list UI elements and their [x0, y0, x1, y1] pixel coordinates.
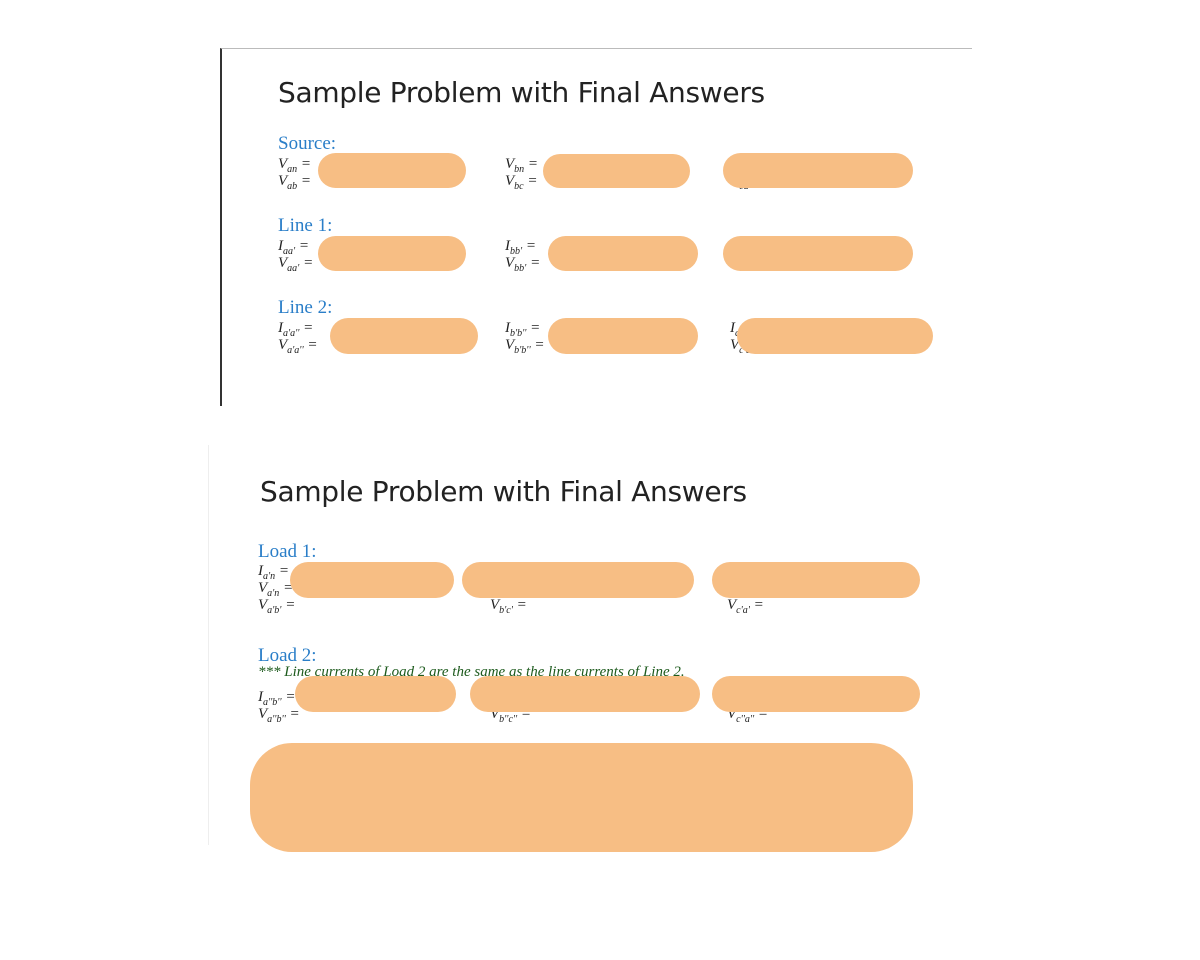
redaction — [737, 318, 933, 354]
redaction — [548, 236, 698, 271]
variable-subscript: c''a'' — [736, 714, 755, 725]
redaction — [543, 154, 690, 188]
redaction — [318, 153, 466, 188]
variable-subscript: aa' — [287, 263, 300, 274]
variable-symbol: V — [490, 597, 500, 613]
redaction — [723, 236, 913, 271]
redaction — [318, 236, 466, 271]
line1-heading: Line 1: — [278, 215, 333, 236]
variable-symbol: V — [278, 173, 288, 189]
variable-label: Vc'a' = — [727, 597, 764, 616]
variable-symbol: V — [505, 173, 515, 189]
variable-subscript: a'b' — [267, 605, 282, 616]
redaction — [712, 562, 920, 598]
redaction — [295, 676, 456, 712]
redaction — [250, 743, 913, 852]
variable-subscript: bb' — [514, 263, 527, 274]
line2-heading: Line 2: — [278, 297, 333, 318]
variable-label: Va'a'' = — [278, 337, 318, 356]
variable-symbol: V — [505, 156, 515, 172]
variable-subscript: a'a'' — [287, 345, 304, 356]
variable-label: Vbb' = — [505, 255, 541, 274]
redaction — [290, 562, 454, 598]
load1-heading: Load 1: — [258, 541, 317, 562]
variable-label: Va''b'' = — [258, 706, 300, 725]
redaction — [712, 676, 920, 712]
redaction — [548, 318, 698, 354]
variable-subscript: c'a' — [736, 605, 750, 616]
redaction — [330, 318, 478, 354]
redaction — [462, 562, 694, 598]
redaction — [470, 676, 700, 712]
variable-symbol: V — [278, 156, 288, 172]
variable-subscript: b'b'' — [514, 345, 531, 356]
variable-label: Vbc = — [505, 173, 538, 192]
variable-subscript: bc — [514, 181, 524, 192]
variable-label: Vb'b'' = — [505, 337, 545, 356]
variable-symbol: V — [258, 706, 268, 722]
variable-subscript: b''c'' — [499, 714, 518, 725]
variable-symbol: V — [727, 597, 737, 613]
variable-label: Vb'c' = — [490, 597, 527, 616]
source-heading: Source: — [278, 133, 337, 154]
variable-subscript: b'c' — [499, 605, 513, 616]
redaction — [723, 153, 913, 188]
variable-label: Vaa' = — [278, 255, 314, 274]
variable-subscript: ab — [287, 181, 298, 192]
variable-label: Va'b' = — [258, 597, 296, 616]
slide-2-title: Sample Problem with Final Answers — [260, 475, 747, 508]
variable-symbol: V — [258, 597, 268, 613]
variable-label: Vab = — [278, 173, 312, 192]
variable-symbol: V — [258, 580, 268, 596]
variable-symbol: V — [278, 255, 288, 271]
variable-symbol: V — [278, 337, 288, 353]
variable-symbol: V — [505, 337, 515, 353]
variable-symbol: V — [505, 255, 515, 271]
variable-subscript: a''b'' — [267, 714, 286, 725]
slide-1-title: Sample Problem with Final Answers — [278, 76, 765, 109]
